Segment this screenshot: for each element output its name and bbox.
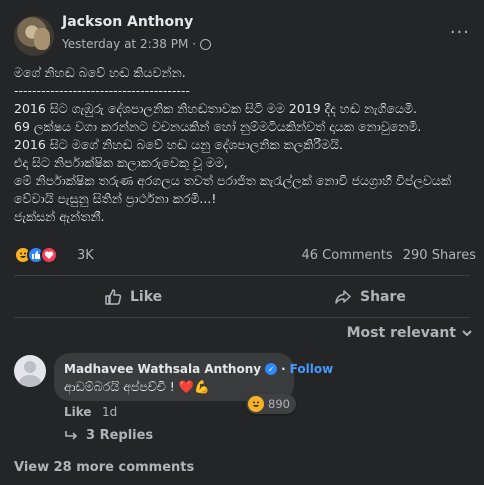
post-author-name[interactable]: Jackson Anthony [62, 14, 193, 30]
comment-sort-dropdown[interactable]: Most relevant [347, 325, 472, 341]
like-button[interactable]: Like [104, 283, 162, 311]
like-label: Like [130, 289, 163, 305]
globe-icon [200, 38, 212, 50]
post-line: 69 ලක්ෂය වගා කරන්නට වචනයකින් හෝ නුම්මටිය… [14, 119, 422, 134]
comment-text: ආඩම්බරයි අප්පච්චී ! ❤️💪 [64, 379, 210, 395]
post-timestamp[interactable]: Yesterday at 2:38 PM [62, 37, 188, 51]
haha-reaction-icon [248, 396, 264, 412]
author-avatar[interactable] [14, 16, 54, 56]
shares-count[interactable]: 290 Shares [403, 248, 476, 263]
replies-label: 3 Replies [86, 428, 154, 443]
post-stats: 46 Comments 290 Shares [301, 248, 476, 263]
comment-reaction-count: 890 [268, 397, 290, 411]
commenter-avatar[interactable] [14, 355, 46, 387]
post-line: 2016 සිට ගැඹුරු දේශපාලනික නිහඬතාවක සිටි … [14, 101, 417, 116]
comment-header: Madhavee Wathsala Anthony ✓ · Follow [64, 362, 333, 376]
share-label: Share [360, 289, 406, 305]
post-line: මගේ නිහඬ බවේ හඬ කියවන්න. [14, 65, 186, 80]
comment-emojis: ❤️💪 [178, 379, 210, 394]
post-line: එදා සිට නිර්පාක්ෂික කලාකරුවෙකු වූ මම, [14, 155, 228, 170]
sort-label: Most relevant [346, 325, 456, 341]
thumbs-up-icon [105, 289, 122, 305]
post-line: වේවායි පැසුනු සිතින් ප්‍රාර්ථනා කරමි...! [14, 191, 217, 206]
post-body: මගේ නිහඬ බවේ හඬ කියවන්න. ---------------… [14, 64, 476, 226]
commenter-name[interactable]: Madhavee Wathsala Anthony [64, 362, 261, 376]
post-line: --------------------------------------- [14, 83, 190, 98]
reply-arrow-icon [65, 430, 78, 440]
reaction-icons[interactable] [14, 246, 58, 264]
post-line: 2016 සිට මගේ නිහඬ බවේ හඬ යනු දේශපාලනික ක… [14, 137, 343, 152]
verified-badge-icon: ✓ [265, 363, 278, 375]
comment-body: ආඩම්බරයි අප්පච්චී ! [64, 379, 175, 394]
post-line: මේ නිර්පාක්ෂික තරුණ අරගලය තවත් පරාජිත කැ… [14, 173, 451, 188]
view-more-comments-link[interactable]: View 28 more comments [14, 460, 194, 475]
love-reaction-icon [40, 246, 58, 264]
meta-separator: · [192, 37, 197, 51]
follow-link[interactable]: Follow [290, 362, 334, 376]
comment-time[interactable]: 1d [102, 405, 117, 419]
divider [14, 317, 470, 318]
post-meta: Yesterday at 2:38 PM · [62, 37, 212, 51]
share-icon [335, 290, 351, 304]
post-line: ජැක්සන් ඇන්තනී. [14, 209, 105, 224]
divider [14, 275, 470, 276]
comment-reaction-badge[interactable]: 890 [246, 394, 296, 414]
more-options-icon[interactable]: ··· [450, 22, 470, 43]
comments-count[interactable]: 46 Comments [301, 248, 392, 263]
view-replies-button[interactable]: 3 Replies [64, 428, 153, 443]
follow-separator: · [281, 362, 286, 376]
chevron-down-icon [462, 330, 472, 337]
comment-like-button[interactable]: Like [64, 405, 92, 419]
share-button[interactable]: Share [334, 283, 406, 311]
reaction-count[interactable]: 3K [77, 248, 94, 263]
